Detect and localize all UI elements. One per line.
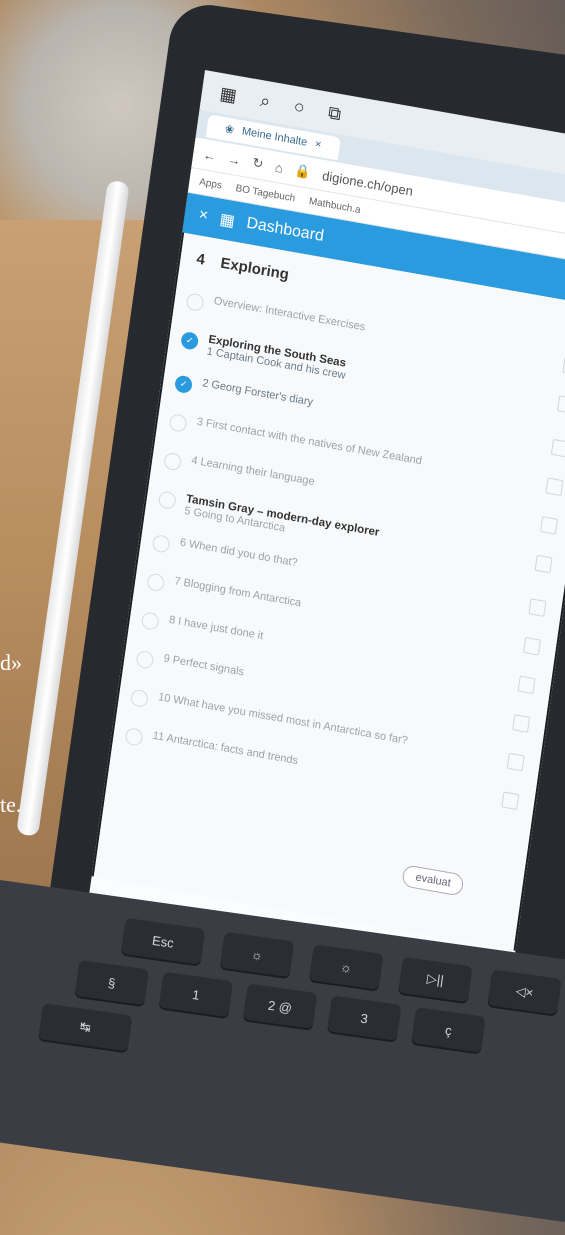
- key-2[interactable]: 2 @: [242, 983, 318, 1029]
- search-icon[interactable]: ⌕: [259, 90, 272, 113]
- item-label: 8 I have just done it: [168, 613, 264, 643]
- status-circle-icon: [168, 413, 188, 433]
- unit-number: 4: [195, 249, 207, 269]
- status-circle-icon: [129, 688, 149, 709]
- checkbox[interactable]: [522, 636, 541, 656]
- status-circle-icon: [151, 533, 171, 554]
- checkbox[interactable]: [556, 395, 565, 414]
- check-icon: ✓: [173, 374, 194, 395]
- back-icon[interactable]: ←: [202, 147, 217, 164]
- cortana-icon[interactable]: ○: [293, 96, 306, 119]
- home-icon[interactable]: ⌂: [274, 159, 284, 175]
- background-text-1: d»: [0, 650, 22, 675]
- lock-icon: 🔒: [293, 162, 312, 180]
- checkbox[interactable]: [545, 477, 564, 497]
- status-circle-icon: [124, 726, 144, 747]
- bookmark-bo-tagebuch[interactable]: BO Tagebuch: [235, 183, 296, 204]
- status-circle-icon: [185, 292, 205, 313]
- key-mute[interactable]: ◁×: [487, 969, 562, 1015]
- checkbox[interactable]: [550, 438, 565, 458]
- checkbox[interactable]: [506, 752, 525, 772]
- key-3[interactable]: 3: [327, 995, 402, 1041]
- status-circle-icon: [146, 572, 166, 593]
- exercise-list: Overview: Interactive Exercises ✓ Explor…: [109, 278, 565, 826]
- key-section[interactable]: §: [74, 959, 149, 1006]
- checkbox[interactable]: [512, 714, 531, 733]
- key-1[interactable]: 1: [158, 971, 234, 1018]
- key-esc[interactable]: Esc: [120, 917, 206, 965]
- item-label: 9 Perfect signals: [162, 652, 245, 679]
- status-circle-icon: [140, 611, 160, 631]
- unit-title: Exploring: [219, 254, 291, 283]
- checkbox[interactable]: [528, 598, 547, 617]
- windows-icon[interactable]: ▦: [218, 83, 239, 107]
- bookmark-apps[interactable]: Apps: [199, 176, 223, 191]
- check-icon: ✓: [180, 330, 200, 351]
- grid-icon: ▦: [218, 210, 236, 231]
- key-brightness-up[interactable]: ☼: [309, 944, 384, 990]
- evaluate-button[interactable]: evaluat: [401, 864, 465, 897]
- bookmark-mathbuch[interactable]: Mathbuch.a: [308, 196, 361, 216]
- checkbox[interactable]: [517, 675, 536, 695]
- tab-favicon-icon: ❀: [224, 122, 235, 137]
- key-tab[interactable]: ↹: [38, 1003, 133, 1052]
- status-circle-icon: [135, 649, 155, 670]
- status-circle-icon: [157, 490, 177, 511]
- checkbox[interactable]: [539, 516, 558, 535]
- task-view-icon[interactable]: ⧉: [327, 102, 342, 125]
- close-icon[interactable]: ×: [198, 206, 210, 225]
- forward-icon[interactable]: →: [227, 151, 242, 168]
- key-play-pause[interactable]: ▷||: [398, 956, 473, 1003]
- status-circle-icon: [163, 451, 183, 472]
- checkbox[interactable]: [534, 554, 553, 574]
- dashboard-title[interactable]: Dashboard: [245, 215, 325, 246]
- tab-label: Meine Inhalte: [241, 125, 308, 149]
- key-brightness-down[interactable]: ☼: [219, 931, 295, 978]
- checkbox[interactable]: [501, 791, 520, 811]
- reload-icon[interactable]: ↻: [251, 155, 265, 173]
- key-4[interactable]: ç: [411, 1007, 486, 1053]
- tab-close-icon[interactable]: ×: [314, 138, 322, 151]
